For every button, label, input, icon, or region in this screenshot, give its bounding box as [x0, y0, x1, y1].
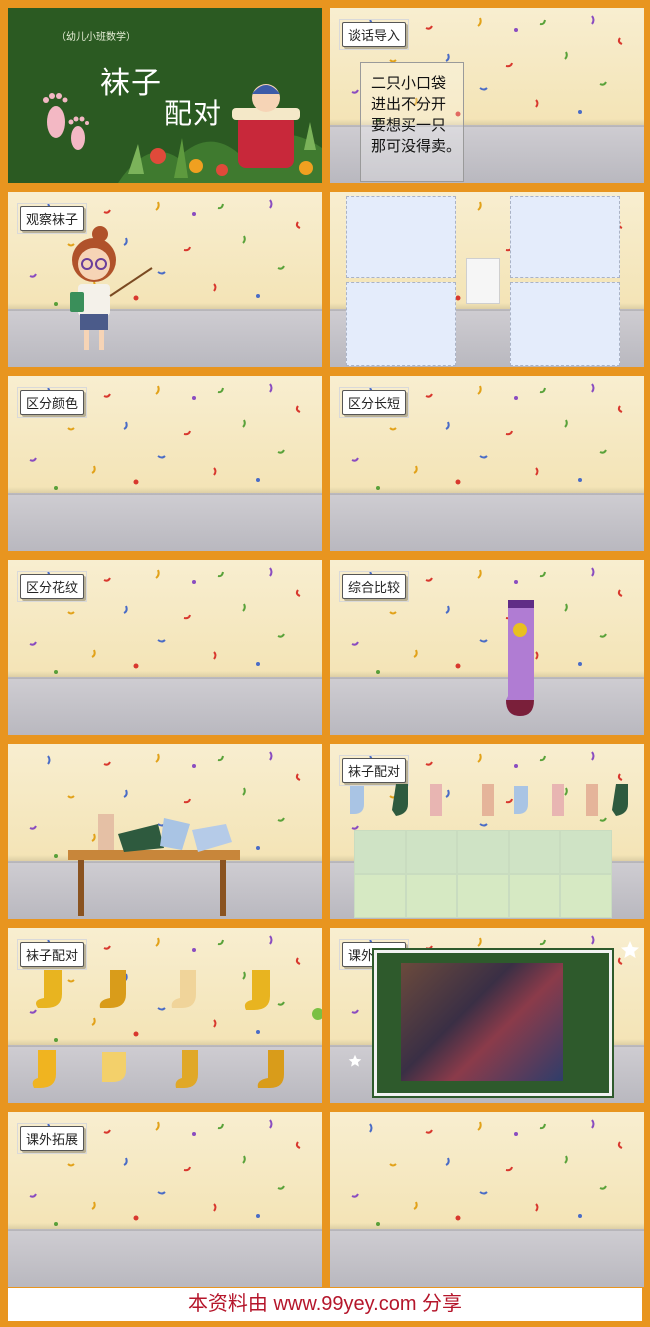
- yellow-socks-images: [32, 970, 322, 1088]
- image-panel: [346, 196, 456, 278]
- slide-table-socks[interactable]: [8, 744, 322, 919]
- teacher-illustration: [70, 226, 153, 350]
- floor: [8, 671, 322, 735]
- slide-tag: 谈话导入: [338, 19, 410, 50]
- slide-blank[interactable]: [330, 1112, 644, 1287]
- grid-cell[interactable]: [508, 830, 561, 874]
- slide-tag: 区分颜色: [16, 387, 88, 418]
- purple-sock-image: [506, 600, 534, 716]
- floor: [330, 487, 644, 551]
- grid-cell[interactable]: [405, 830, 458, 874]
- poem-line: 要想买一只: [371, 117, 447, 134]
- floor: [330, 1223, 644, 1287]
- slide-extension-photo[interactable]: 课外拓展: [330, 928, 644, 1103]
- grid-cell[interactable]: [508, 874, 561, 918]
- slide-length[interactable]: 区分长短: [330, 376, 644, 551]
- star-icon: [348, 1054, 362, 1067]
- grid-cell[interactable]: [457, 830, 509, 874]
- slide-pattern[interactable]: 区分花纹: [8, 560, 322, 735]
- cover-subtitle: （幼儿小班数学）: [56, 32, 136, 43]
- grid-cell[interactable]: [560, 874, 612, 918]
- poem-line: 那可没得卖。: [371, 138, 462, 155]
- source-footer: 本资料由 www.99yey.com 分享: [8, 1288, 642, 1321]
- image-panel: [510, 196, 620, 278]
- footprints-icon: [43, 93, 89, 150]
- grid-cell[interactable]: [457, 874, 509, 918]
- slide-yellow-socks[interactable]: 袜子配对: [8, 928, 322, 1103]
- slide-compare[interactable]: 综合比较: [330, 560, 644, 735]
- poem-line: 二只小口袋: [371, 75, 447, 92]
- floor: [8, 1223, 322, 1287]
- slide-talk-intro[interactable]: 谈话导入 二只小口袋 进出不分开 要想买一只 那可没得卖。: [330, 8, 644, 183]
- star-icon: [621, 941, 639, 958]
- image-panel: [346, 282, 456, 366]
- slide-cover[interactable]: （幼儿小班数学） 袜子 配对: [8, 8, 322, 183]
- slide-color[interactable]: 区分颜色: [8, 376, 322, 551]
- blackboard-frame: [374, 950, 612, 1096]
- matching-grid: [354, 830, 612, 918]
- slide-tag: 区分花纹: [16, 571, 88, 602]
- slide-observe-socks[interactable]: 观察袜子: [8, 192, 322, 367]
- poem-line: 进出不分开: [371, 96, 447, 113]
- grid-cell[interactable]: [354, 830, 406, 874]
- slide-sock-matching-grid[interactable]: 袜子配对: [330, 744, 644, 919]
- grid-cell[interactable]: [405, 874, 458, 918]
- floor: [330, 671, 644, 735]
- slide-sock-panels[interactable]: [330, 192, 644, 367]
- center-sock-card: [466, 258, 500, 304]
- table-with-socks-illustration: [68, 814, 240, 916]
- grid-cell[interactable]: [560, 830, 612, 874]
- slide-extension[interactable]: 课外拓展: [8, 1112, 322, 1287]
- floor: [8, 303, 322, 367]
- socks-box-photo: [401, 963, 563, 1081]
- slide-tag: 袜子配对: [16, 939, 88, 970]
- slide-tag: 区分长短: [338, 387, 410, 418]
- floor: [8, 487, 322, 551]
- slide-tag: 综合比较: [338, 571, 410, 602]
- slide-tag: 课外拓展: [16, 1123, 88, 1154]
- poem-box: 二只小口袋 进出不分开 要想买一只 那可没得卖。: [360, 62, 464, 182]
- image-panel: [510, 282, 620, 366]
- christmas-stocking-illustration: [118, 84, 322, 183]
- sock-row-images: [350, 784, 628, 816]
- grid-cell[interactable]: [354, 874, 406, 918]
